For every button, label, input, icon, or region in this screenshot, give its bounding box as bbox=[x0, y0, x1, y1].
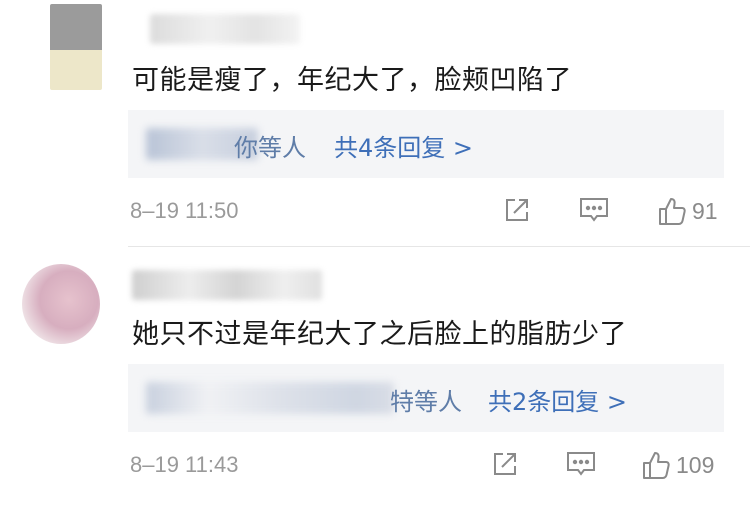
like-button[interactable]: 91 bbox=[656, 195, 718, 227]
reply-summary[interactable]: 特等人 共2条回复 > bbox=[128, 364, 724, 432]
share-button[interactable] bbox=[502, 195, 532, 225]
comment-button[interactable] bbox=[565, 449, 597, 479]
reply-names: 特等人 bbox=[390, 388, 462, 416]
divider bbox=[128, 246, 750, 247]
view-replies-link[interactable]: 共2条回复 > bbox=[488, 382, 627, 417]
reply-names-redacted bbox=[146, 382, 394, 414]
comment-item: 她只不过是年纪大了之后脸上的脂肪少了 特等人 共2条回复 > 8–19 11:4… bbox=[0, 248, 750, 509]
reply-summary[interactable]: 你等人 共4条回复 > bbox=[128, 110, 724, 178]
like-count: 109 bbox=[676, 451, 715, 478]
avatar[interactable] bbox=[22, 264, 100, 344]
timestamp: 8–19 11:50 bbox=[130, 198, 239, 223]
comment-icon bbox=[567, 452, 595, 476]
comment-icon bbox=[580, 198, 608, 222]
thumbs-up-icon bbox=[643, 452, 670, 479]
like-button[interactable]: 109 bbox=[640, 449, 714, 481]
comment-text: 她只不过是年纪大了之后脸上的脂肪少了 bbox=[132, 319, 627, 350]
thumbs-up-icon bbox=[659, 198, 686, 225]
avatar[interactable] bbox=[50, 4, 102, 90]
username-redacted[interactable] bbox=[132, 270, 322, 300]
username-redacted[interactable] bbox=[150, 14, 300, 44]
like-count: 91 bbox=[692, 197, 718, 224]
view-replies-link[interactable]: 共4条回复 > bbox=[334, 128, 473, 163]
share-icon bbox=[506, 199, 528, 221]
comment-text: 可能是瘦了，年纪大了，脸颊凹陷了 bbox=[132, 65, 572, 96]
reply-names: 你等人 bbox=[234, 134, 306, 162]
comment-button[interactable] bbox=[578, 195, 610, 225]
timestamp: 8–19 11:43 bbox=[130, 452, 239, 477]
share-button[interactable] bbox=[490, 449, 520, 479]
comment-item: 可能是瘦了，年纪大了，脸颊凹陷了 你等人 共4条回复 > 8–19 11:50 … bbox=[0, 0, 750, 248]
share-icon bbox=[494, 453, 516, 475]
